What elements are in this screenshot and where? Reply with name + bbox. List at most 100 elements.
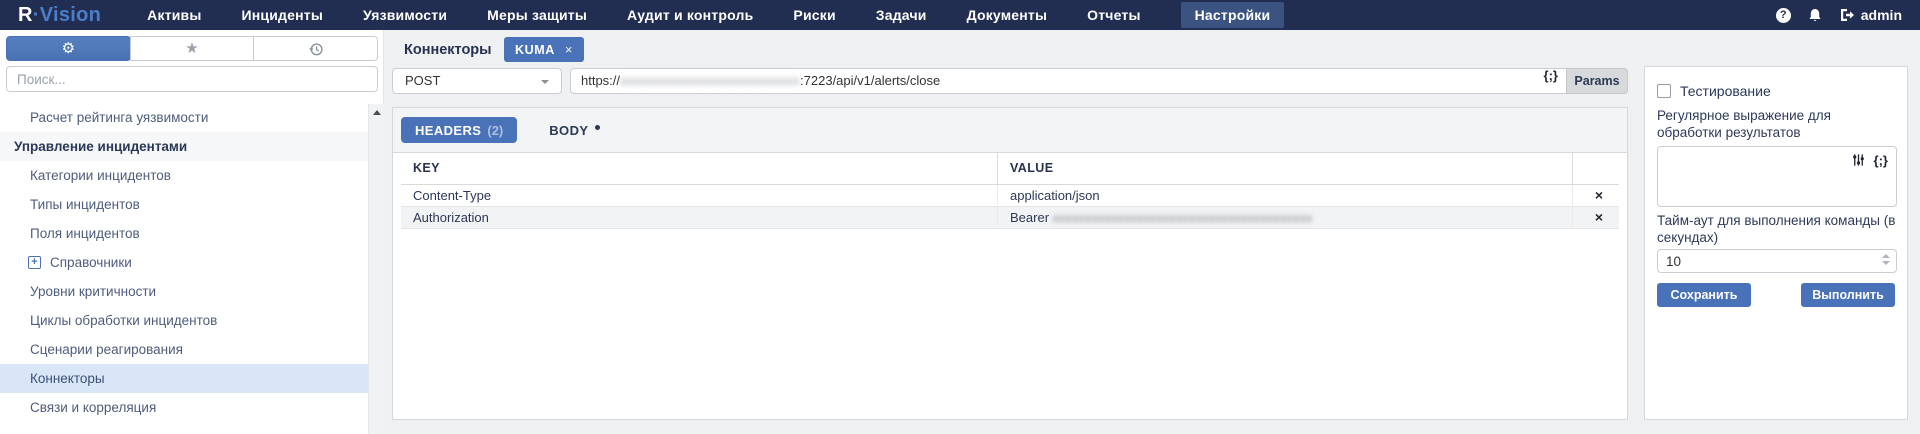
stepper-down-icon[interactable]: [1882, 261, 1890, 265]
sidebar-item-connectors[interactable]: Коннекторы: [0, 364, 368, 393]
body-unsaved-dot: [595, 125, 600, 130]
star-icon: ★: [185, 41, 198, 56]
regex-field-wrap: {;}: [1657, 146, 1897, 207]
logo-dot: ·: [33, 4, 40, 26]
timeout-label: Тайм-аут для выполнения команды (в секун…: [1657, 213, 1897, 246]
nav-item-assets[interactable]: Активы: [147, 7, 201, 23]
url-input[interactable]: https://xxxxxxxxxxxxxxxxxxxxxxxx:7223/ap…: [570, 68, 1567, 94]
settings-sidebar: ⚙ ★ Расчет рейтинга уязвимостиУправление…: [0, 30, 384, 434]
delete-row-button[interactable]: ×: [1573, 185, 1613, 206]
history-clock-icon: [308, 41, 324, 57]
url-suffix: :7223/api/v1/alerts/close: [800, 73, 940, 88]
header-value-text: Bearer: [1010, 210, 1053, 225]
sidebar-item-incident-workflows[interactable]: Циклы обработки инцидентов: [0, 306, 368, 335]
header-key-cell: Authorization: [401, 207, 998, 228]
nav-item-settings[interactable]: Настройки: [1181, 2, 1285, 28]
timeout-field-wrap: [1657, 249, 1897, 273]
column-header-key: KEY: [401, 153, 998, 184]
nav-item-risks[interactable]: Риски: [793, 7, 835, 23]
bell-icon[interactable]: [1807, 8, 1823, 23]
sidebar-item-label: Справочники: [50, 248, 132, 277]
top-navbar: R·Vision Активы Инциденты Уязвимости Меры з…: [0, 0, 1920, 30]
sidebar-list: Расчет рейтинга уязвимостиУправление инц…: [0, 103, 368, 422]
testing-panel: Тестирование Регулярное выражение для об…: [1644, 66, 1908, 420]
delete-row-button[interactable]: ×: [1573, 207, 1613, 228]
url-host-redacted: xxxxxxxxxxxxxxxxxxxxxxxx: [620, 73, 800, 88]
nav-item-protection-measures[interactable]: Меры защиты: [487, 7, 587, 23]
save-button[interactable]: Сохранить: [1657, 283, 1751, 307]
logout-icon[interactable]: [1839, 8, 1855, 22]
logo-r: R: [18, 4, 33, 26]
request-editor-panel: HEADERS (2) BODY KEY VALUE Content-Type …: [392, 107, 1628, 420]
stepper-up-icon[interactable]: [1882, 254, 1890, 258]
variables-icon[interactable]: {;}: [1544, 69, 1558, 93]
tab-body[interactable]: BODY: [549, 123, 600, 138]
header-value-text: application/json: [1010, 188, 1100, 203]
sidebar-item-incident-management-section: Управление инцидентами: [0, 132, 368, 161]
column-header-actions: [1573, 153, 1613, 184]
nav-item-audit-control[interactable]: Аудит и контроль: [627, 7, 753, 23]
timeout-input[interactable]: [1657, 249, 1897, 273]
breadcrumb: Коннекторы: [404, 38, 492, 62]
tab-close-icon[interactable]: ×: [565, 42, 573, 57]
testing-label: Тестирование: [1680, 83, 1771, 99]
tab-body-label: BODY: [549, 123, 588, 138]
table-row: Authorization Bearer xxxxxxxxxxxxxxxxxxx…: [401, 207, 1619, 229]
sidebar-item-relations-correlation[interactable]: Связи и корреляция: [0, 393, 368, 422]
variables-icon[interactable]: {;}: [1874, 154, 1888, 167]
username-label: admin: [1861, 7, 1902, 23]
request-tabs: HEADERS (2) BODY: [393, 108, 1627, 153]
scroll-up-arrow-icon[interactable]: [373, 110, 381, 115]
main-menu: Активы Инциденты Уязвимости Меры защиты Ауди…: [147, 2, 1284, 28]
method-value: POST: [405, 73, 440, 88]
tab-favorites[interactable]: ★: [130, 36, 255, 61]
logo-vision: Vision: [40, 4, 101, 26]
tab-settings-gear[interactable]: ⚙: [6, 36, 131, 61]
header-key-cell: Content-Type: [401, 185, 998, 206]
sidebar-item-criticality-levels[interactable]: Уровни критичности: [0, 277, 368, 306]
sidebar-item-vulnerability-rating[interactable]: Расчет рейтинга уязвимости: [0, 103, 368, 132]
sidebar-tabs: ⚙ ★: [6, 36, 378, 61]
sidebar-item-directories[interactable]: + Справочники: [0, 248, 368, 277]
nav-item-reports[interactable]: Отчеты: [1087, 7, 1141, 23]
sidebar-item-incident-fields[interactable]: Поля инцидентов: [0, 219, 368, 248]
sidebar-search-input[interactable]: [6, 66, 378, 92]
number-stepper[interactable]: [1882, 254, 1890, 265]
sidebar-item-incident-types[interactable]: Типы инцидентов: [0, 190, 368, 219]
tab-kuma[interactable]: KUMA ×: [504, 37, 584, 62]
header-value-redacted: xxxxxxxxxxxxxxxxxxxxxxxxxxxxxxxxxxxxxxxx: [1053, 211, 1313, 225]
headers-table-head: KEY VALUE: [401, 153, 1619, 185]
testing-checkbox[interactable]: [1657, 84, 1671, 98]
gear-icon: ⚙: [62, 41, 75, 56]
header-value-cell: Bearer xxxxxxxxxxxxxxxxxxxxxxxxxxxxxxxxx…: [998, 207, 1573, 228]
tab-headers[interactable]: HEADERS (2): [401, 117, 517, 143]
run-button[interactable]: Выполнить: [1801, 283, 1895, 307]
nav-item-vulnerabilities[interactable]: Уязвимости: [363, 7, 447, 23]
tab-headers-label: HEADERS: [415, 123, 481, 138]
user-menu[interactable]: admin: [1839, 7, 1902, 23]
regex-label: Регулярное выражение для обработки резул…: [1657, 108, 1897, 141]
nav-item-tasks[interactable]: Задачи: [876, 7, 927, 23]
navbar-right: ? admin: [1776, 0, 1902, 30]
help-icon[interactable]: ?: [1776, 8, 1791, 23]
chevron-down-icon: [541, 80, 549, 84]
header-value-cell: application/json: [998, 185, 1573, 206]
sidebar-scrollbar[interactable]: [368, 104, 384, 434]
tab-history[interactable]: [253, 36, 378, 61]
sidebar-item-response-scenarios[interactable]: Сценарии реагирования: [0, 335, 368, 364]
method-select[interactable]: POST: [392, 68, 562, 94]
nav-item-documents[interactable]: Документы: [967, 7, 1048, 23]
url-prefix: https://: [581, 73, 620, 88]
regex-field-icons: {;}: [1851, 152, 1888, 168]
tab-kuma-label: KUMA: [515, 43, 555, 57]
nav-item-incidents[interactable]: Инциденты: [242, 7, 323, 23]
sidebar-item-incident-categories[interactable]: Категории инцидентов: [0, 161, 368, 190]
sliders-icon[interactable]: [1851, 152, 1866, 168]
rvision-logo: R·Vision: [18, 4, 101, 27]
params-button[interactable]: Params: [1566, 68, 1628, 94]
column-header-value: VALUE: [998, 153, 1573, 184]
tab-headers-count: (2): [487, 123, 503, 138]
table-row: Content-Type application/json ×: [401, 185, 1619, 207]
expand-plus-icon[interactable]: +: [28, 256, 41, 269]
testing-checkbox-row[interactable]: Тестирование: [1657, 83, 1771, 99]
